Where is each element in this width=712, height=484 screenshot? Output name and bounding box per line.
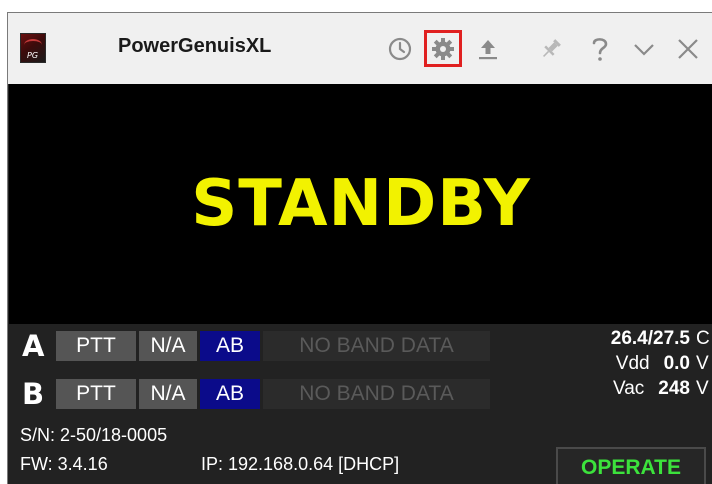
pin-button[interactable] [535, 33, 567, 65]
pin-icon [543, 39, 561, 57]
na-indicator: N/A [139, 379, 197, 409]
band-data-label: NO BAND DATA [263, 379, 490, 409]
metrics-panel: 26.4/27.5 C Vdd 0.0 V Vac 248 V [548, 328, 710, 403]
minimize-button[interactable] [628, 33, 660, 65]
vac-unit: V [696, 378, 709, 399]
temperature-readout: 26.4/27.5 C [548, 328, 710, 353]
history-button[interactable] [384, 33, 416, 65]
radio-row-b: B PTT N/A AB NO BAND DATA [16, 377, 493, 411]
vac-readout: Vac 248 V [548, 378, 709, 403]
settings-highlight-box [424, 30, 462, 67]
vac-label: Vac [612, 378, 645, 399]
upload-button[interactable] [472, 33, 504, 65]
close-button[interactable] [672, 33, 704, 65]
vdd-label: Vdd [615, 353, 650, 374]
clock-icon [388, 37, 412, 61]
ip-address: IP: 192.168.0.64 [DHCP] [201, 454, 400, 474]
radio-row-a: A PTT N/A AB NO BAND DATA [16, 329, 493, 363]
vdd-unit: V [696, 353, 709, 374]
app-logo-icon: PG [20, 33, 46, 63]
chevron-down-icon [634, 44, 654, 56]
serial-number: S/N: 2-50/18-0005 [20, 425, 168, 445]
temperature-value: 26.4/27.5 [610, 328, 690, 349]
upload-icon [479, 40, 497, 60]
ptt-indicator: PTT [56, 379, 136, 409]
app-window: PG PowerGenuisXL STANDBY A PTT N/A AB NO… [7, 12, 712, 484]
vdd-readout: Vdd 0.0 V [548, 353, 709, 378]
firmware-version: FW: 3.4.16 [20, 454, 108, 474]
window-title: PowerGenuisXL [118, 35, 272, 57]
help-button[interactable] [584, 33, 616, 65]
radio-letter: B [22, 377, 45, 411]
vdd-value: 0.0 [663, 353, 690, 374]
radio-letter: A [22, 329, 45, 363]
title-bar[interactable]: PG PowerGenuisXL [8, 13, 712, 84]
question-icon [592, 38, 608, 61]
status-display: STANDBY [9, 84, 712, 324]
na-indicator: N/A [139, 331, 197, 361]
status-text: STANDBY [191, 167, 531, 241]
ab-indicator: AB [200, 331, 260, 361]
operate-button[interactable]: OPERATE [556, 447, 706, 484]
temperature-unit: C [696, 328, 710, 349]
ptt-indicator: PTT [56, 331, 136, 361]
ab-indicator: AB [200, 379, 260, 409]
vac-value: 248 [658, 378, 690, 399]
close-icon [678, 39, 698, 59]
band-data-label: NO BAND DATA [263, 331, 490, 361]
app-logo-label: PG [27, 51, 39, 60]
